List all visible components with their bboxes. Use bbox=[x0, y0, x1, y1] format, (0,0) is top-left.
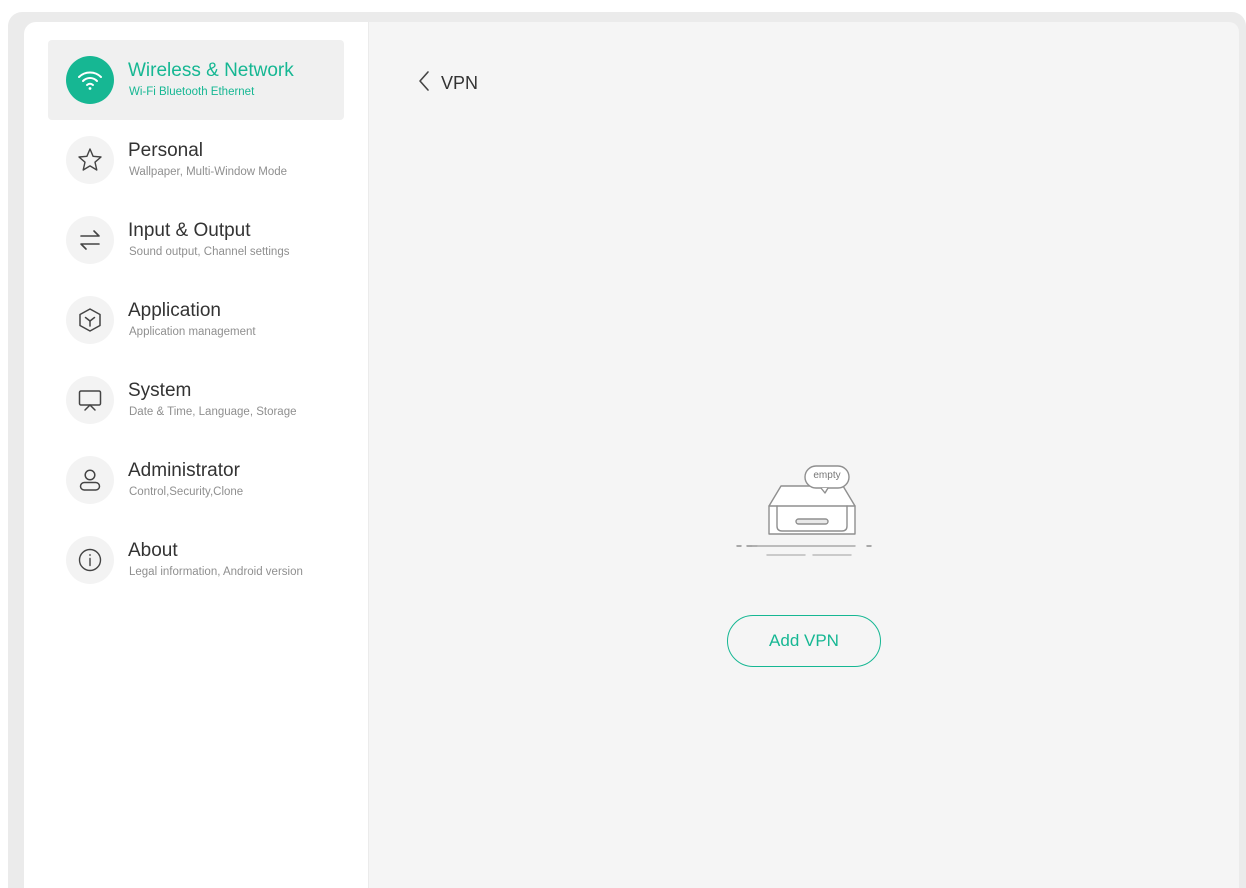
monitor-icon bbox=[66, 376, 114, 424]
sidebar-item-subtitle: Control,Security,Clone bbox=[129, 486, 244, 498]
sidebar-item-personal[interactable]: Personal Wallpaper, Multi-Window Mode bbox=[48, 120, 344, 200]
sidebar-item-subtitle: Application management bbox=[129, 326, 256, 338]
user-icon bbox=[66, 456, 114, 504]
back-button[interactable]: VPN bbox=[417, 68, 478, 98]
sidebar-item-system[interactable]: System Date & Time, Language, Storage bbox=[48, 360, 344, 440]
sidebar-item-title: Personal bbox=[128, 140, 203, 161]
sidebar-item-subtitle: Date & Time, Language, Storage bbox=[129, 406, 297, 418]
sidebar-item-administrator[interactable]: Administrator Control,Security,Clone bbox=[48, 440, 344, 520]
chevron-left-icon[interactable] bbox=[417, 70, 431, 97]
sidebar-item-subtitle: Wi-Fi Bluetooth Ethernet bbox=[129, 86, 255, 98]
sidebar-item-title: Administrator bbox=[128, 460, 240, 481]
settings-sidebar: Wireless & Network Wi-Fi Bluetooth Ether… bbox=[24, 22, 368, 888]
sidebar-item-subtitle: Sound output, Channel settings bbox=[129, 246, 290, 258]
star-icon bbox=[66, 136, 114, 184]
sidebar-item-subtitle: Legal information, Android version bbox=[129, 566, 303, 578]
sidebar-item-title: Application bbox=[128, 300, 221, 321]
page-title: VPN bbox=[441, 72, 479, 93]
sidebar-item-input-output[interactable]: Input & Output Sound output, Channel set… bbox=[48, 200, 344, 280]
sidebar-item-wireless-network[interactable]: Wireless & Network Wi-Fi Bluetooth Ether… bbox=[48, 40, 344, 120]
info-icon bbox=[66, 536, 114, 584]
empty-inbox-illustration: empty bbox=[735, 454, 875, 562]
sidebar-item-title: About bbox=[128, 540, 178, 561]
add-vpn-button[interactable]: Add VPN bbox=[727, 615, 881, 667]
swap-arrows-icon bbox=[66, 216, 114, 264]
sidebar-item-subtitle: Wallpaper, Multi-Window Mode bbox=[129, 166, 288, 178]
vpn-panel: VPN empty Add VPN bbox=[369, 22, 1239, 888]
sidebar-item-title: System bbox=[128, 380, 192, 401]
wifi-icon bbox=[66, 56, 114, 104]
sidebar-item-title: Input & Output bbox=[128, 220, 251, 241]
sidebar-item-about[interactable]: About Legal information, Android version bbox=[48, 520, 344, 600]
sidebar-item-application[interactable]: Application Application management bbox=[48, 280, 344, 360]
empty-label: empty bbox=[813, 470, 841, 481]
cube-icon bbox=[66, 296, 114, 344]
sidebar-item-title: Wireless & Network bbox=[128, 60, 294, 81]
settings-window: Wireless & Network Wi-Fi Bluetooth Ether… bbox=[8, 12, 1246, 888]
